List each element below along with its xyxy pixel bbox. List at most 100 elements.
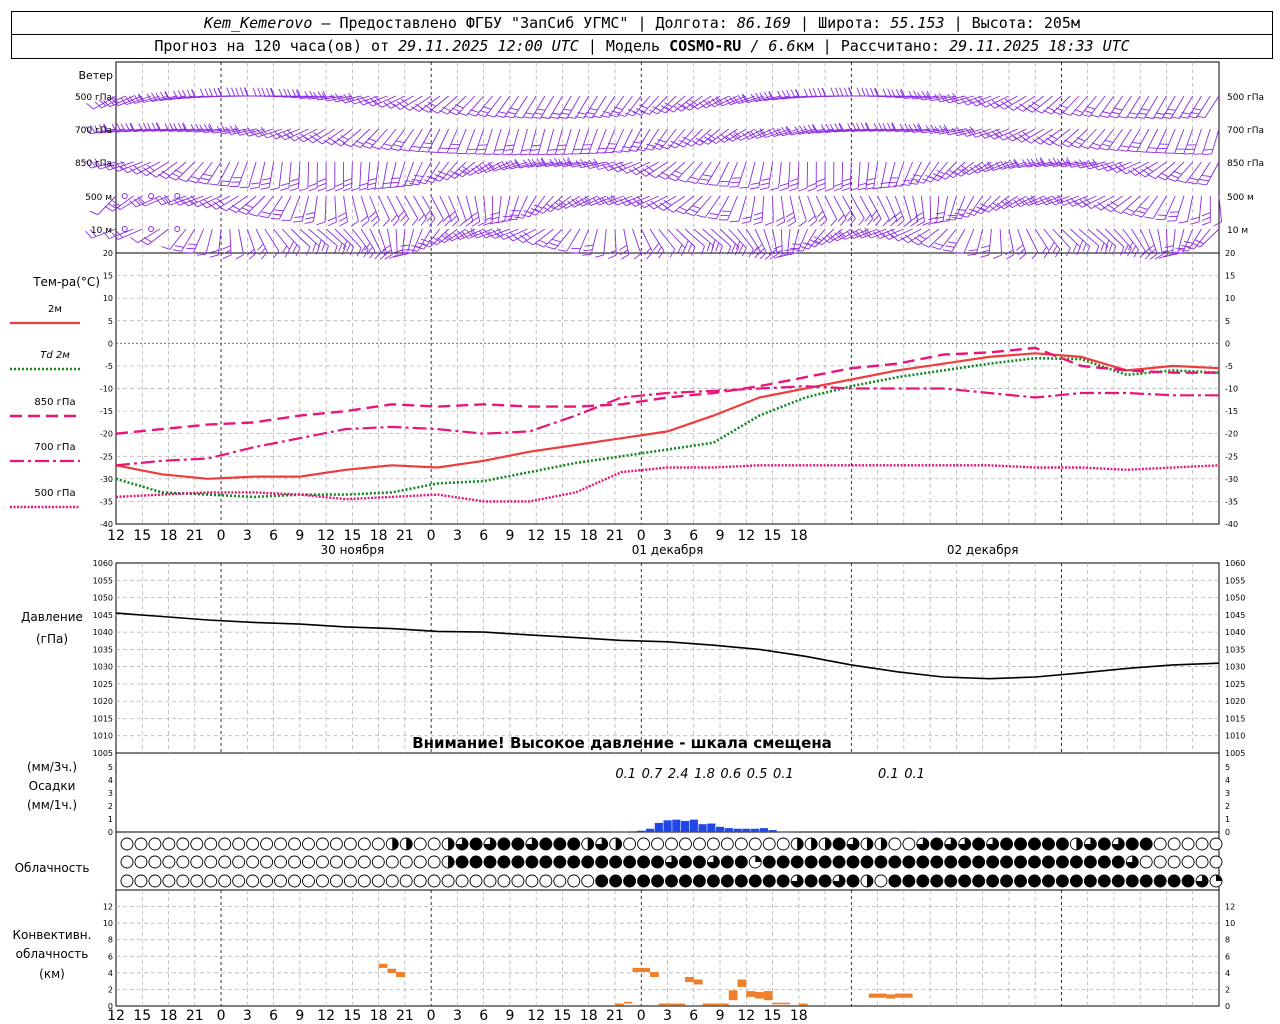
time-tick-label: 12 [737,528,755,544]
wind-barb-feather [1130,245,1137,254]
wind-barb [624,95,642,117]
wind-barb-feather [290,178,300,182]
cloud-symbol [176,837,190,851]
cloud-symbol [623,837,637,851]
wind-barb-feather [361,144,371,149]
cloud-symbol [329,874,343,888]
wind-barb-feather [338,216,348,222]
conv-ytick-right: 8 [1225,936,1230,945]
wind-barb-feather [209,254,219,258]
cloud-symbol [134,837,148,851]
wind-barb-feather [398,253,408,256]
wind-barb-feather [222,245,231,250]
wind-barb-feather [316,221,326,226]
wind-barb-feather [1148,248,1156,256]
cloud-symbol-fill [811,838,818,850]
wind-barb-feather [531,144,541,147]
wind-level-label-right: 700 гПа [1227,126,1264,136]
cloud-symbol [455,874,469,888]
temp-ytick-right: 10 [1225,294,1235,303]
cloud-symbol [525,874,539,888]
wind-barb-feather [513,216,523,219]
cloud-symbol [469,855,483,869]
pressure-axis-title: Давление [21,610,83,624]
wind-barb-feather [333,141,342,147]
wind-barb-feather [280,182,290,187]
wind-barb-feather [965,212,975,217]
wind-barb-feather [833,182,843,187]
conv-cloud-bar [614,1003,624,1006]
cloud-symbol [1097,874,1111,888]
wind-barb [350,128,371,148]
wind-barb-feather [484,153,494,155]
precip-bar [707,823,716,832]
wind-barb-feather [409,183,419,186]
wind-barb [313,195,318,222]
wind-barb-feather [218,184,229,187]
wind-barb-feather [522,116,532,119]
wind-barb-feather [549,242,559,247]
wind-barb-feather [538,239,548,245]
wind-barb-feather [349,246,355,256]
cloud-symbol [930,837,944,851]
meteogram-chart: Ветер 500 гПа 500 гПа 700 гПа 700 гПа 850 гПа… [10,61,1264,1024]
time-tick-label: 3 [243,528,252,544]
cloud-symbol [483,855,497,869]
precip-bar [681,820,690,832]
wind-barb-feather [1153,116,1163,119]
wind-barb-feather [226,87,231,97]
wind-barb [456,95,476,116]
cloud-symbol [371,855,385,869]
wind-level-label-right: 850 гПа [1227,159,1264,169]
wind-barb [351,195,359,222]
wind-barb-feather [1146,151,1156,154]
wind-barb [895,161,905,187]
cloud-symbol [274,874,288,888]
wind-barb-feather [304,221,314,225]
cloud-symbol [609,874,623,888]
time-tick-label: 15 [764,528,782,544]
wind-barb-feather [260,126,267,135]
cloud-symbol [1209,837,1223,851]
wind-barb-feather [818,215,826,223]
wind-barb-feather [769,187,779,191]
wind-barb [1182,228,1194,254]
wind-barb-feather [888,215,896,223]
wind-barb-feather [1129,145,1139,149]
wind-barb-feather [817,88,822,97]
wind-barb-feather [265,87,271,97]
precip-bar [742,828,751,832]
time-tick-label-bottom: 18 [160,1008,178,1024]
wind-barb-feather [334,187,344,192]
wind-barb-feather [890,228,898,237]
cloud-symbol [986,855,1000,869]
cloud-symbol [874,855,888,869]
wind-barb-feather [352,143,361,149]
wind-calm-mark [121,226,128,232]
cloud-symbol [553,855,567,869]
conv-cloud-bar [728,990,738,1001]
wind-barb-feather [1131,141,1142,145]
precip-bar [891,831,900,833]
wind-barb-feather [400,244,410,247]
precip-ytick-right: 4 [1225,776,1230,785]
wind-barb [1087,228,1108,247]
wind-barb-feather [1076,137,1086,142]
wind-barb-feather [409,149,419,153]
time-tick-label-bottom: 12 [317,1008,335,1024]
wind-barb-feather [455,104,464,109]
wind-barb-feather [620,254,630,260]
wind-barb-feather [1176,179,1186,184]
wind-barb-feather [1106,203,1115,210]
cloud-symbol [539,874,553,888]
wind-barb-feather [678,206,688,212]
cloud-symbol [190,855,204,869]
wind-barb-feather [864,214,871,222]
cloud-symbol [260,874,274,888]
wind-barb-feather [1104,139,1114,143]
temp-legend-label: 2м [48,304,62,315]
wind-barb-feather [902,179,912,182]
temp-ytick-left: -20 [100,430,113,439]
wind-barb [988,228,992,255]
precip-ytick-left: 5 [108,763,113,772]
